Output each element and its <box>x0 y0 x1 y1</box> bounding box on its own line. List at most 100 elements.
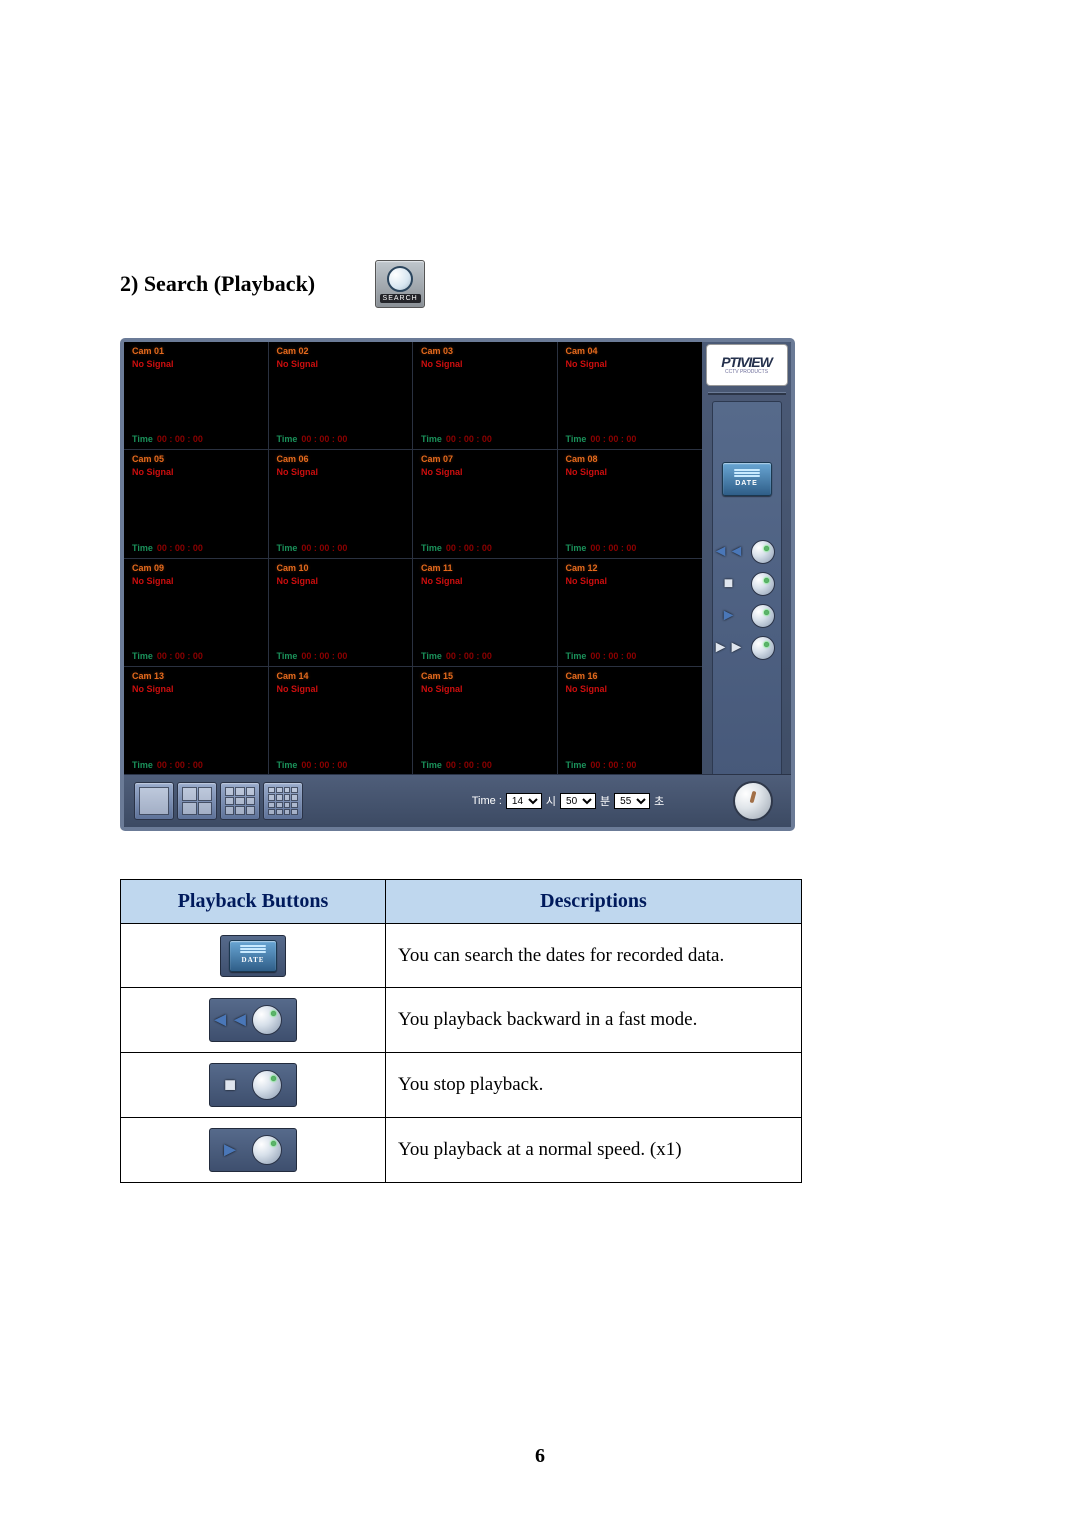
camera-name: Cam 05 <box>132 454 164 464</box>
camera-status: No Signal <box>132 684 174 694</box>
date-button-label: DATE <box>735 480 758 487</box>
jog-knob <box>252 1135 282 1165</box>
camera-cell[interactable]: Cam 01No SignalTime00 : 00 : 00 <box>124 342 269 450</box>
second-suffix: 초 <box>654 793 664 809</box>
stop-icon: ■ <box>719 574 739 594</box>
camera-name: Cam 08 <box>566 454 598 464</box>
date-button-visual: DATE <box>220 935 286 977</box>
desc-cell: You stop playback. <box>386 1053 802 1118</box>
second-select[interactable]: 55 <box>614 793 650 809</box>
shuttle-knob[interactable] <box>733 781 773 821</box>
camera-status: No Signal <box>277 684 319 694</box>
camera-name: Cam 13 <box>132 671 164 681</box>
camera-cell[interactable]: Cam 03No SignalTime00 : 00 : 00 <box>413 342 558 450</box>
camera-time: Time00 : 00 : 00 <box>277 651 348 661</box>
camera-time: Time00 : 00 : 00 <box>277 760 348 770</box>
jog-knob <box>252 1070 282 1100</box>
camera-time: Time00 : 00 : 00 <box>566 543 637 553</box>
search-tile-caption: SEARCH <box>380 294 421 303</box>
camera-cell[interactable]: Cam 02No SignalTime00 : 00 : 00 <box>269 342 414 450</box>
camera-name: Cam 12 <box>566 563 598 573</box>
table-row: ► You playback at a normal speed. (x1) <box>121 1118 802 1183</box>
rewind-icon: ◄◄ <box>719 542 739 562</box>
camera-cell[interactable]: Cam 10 No Signal Time00 : 00 : 00 <box>269 559 414 667</box>
side-divider <box>708 392 786 395</box>
camera-name: Cam 09 <box>132 563 164 573</box>
page-number: 6 <box>535 1445 545 1468</box>
camera-status: No Signal <box>132 359 174 369</box>
camera-cell[interactable]: Cam 07No SignalTime00 : 00 : 00 <box>413 450 558 558</box>
desc-cell: You playback backward in a fast mode. <box>386 988 802 1053</box>
playback-buttons-table: Playback Buttons Descriptions DATE You c… <box>120 879 802 1183</box>
bottom-bar: Time : 14 시 50 분 55 초 <box>124 774 791 827</box>
camera-cell[interactable]: Cam 08 No Signal Time00 : 00 : 00 <box>558 450 703 558</box>
jog-knob[interactable] <box>751 572 775 596</box>
fast-forward-row[interactable]: ►► <box>719 636 775 660</box>
table-row: ■ You stop playback. <box>121 1053 802 1118</box>
camera-time: Time00 : 00 : 00 <box>277 543 348 553</box>
hour-suffix: 시 <box>546 793 556 809</box>
jog-knob <box>252 1005 282 1035</box>
camera-cell[interactable]: Cam 09No SignalTime00 : 00 : 00 <box>124 559 269 667</box>
camera-time: Time00 : 00 : 00 <box>566 760 637 770</box>
camera-time: Time00 : 00 : 00 <box>421 434 492 444</box>
jog-knob[interactable] <box>751 604 775 628</box>
rewind-row[interactable]: ◄◄ <box>719 540 775 564</box>
play-icon: ► <box>220 1140 240 1160</box>
camera-status: No Signal <box>566 359 608 369</box>
camera-cell[interactable]: Cam 06No SignalTime00 : 00 : 00 <box>269 450 414 558</box>
camera-name: Cam 11 <box>421 563 453 573</box>
side-controls: DATE ◄◄ ■ ► ►► <box>712 401 782 777</box>
camera-name: Cam 01 <box>132 346 164 356</box>
layout-16-button[interactable] <box>263 782 303 820</box>
minute-select[interactable]: 50 <box>560 793 596 809</box>
play-icon: ► <box>719 606 739 626</box>
camera-name: Cam 06 <box>277 454 309 464</box>
camera-cell[interactable]: Cam 16No SignalTime00 : 00 : 00 <box>558 667 703 775</box>
dvr-playback-window: Cam 01No SignalTime00 : 00 : 00Cam 02No … <box>120 338 795 831</box>
play-row[interactable]: ► <box>719 604 775 628</box>
camera-cell[interactable]: Cam 04No SignalTime00 : 00 : 00 <box>558 342 703 450</box>
camera-cell[interactable]: Cam 12No SignalTime00 : 00 : 00 <box>558 559 703 667</box>
layout-4-button[interactable] <box>177 782 217 820</box>
camera-name: Cam 15 <box>421 671 453 681</box>
hour-select[interactable]: 14 <box>506 793 542 809</box>
camera-name: Cam 02 <box>277 346 309 356</box>
jog-knob[interactable] <box>751 636 775 660</box>
camera-grid-area: Cam 01No SignalTime00 : 00 : 00Cam 02No … <box>124 342 702 775</box>
jog-knob[interactable] <box>751 540 775 564</box>
date-button[interactable]: DATE <box>722 462 772 496</box>
desc-cell: You playback at a normal speed. (x1) <box>386 1118 802 1183</box>
time-label: Time : <box>472 795 502 807</box>
camera-status: No Signal <box>421 576 463 586</box>
stop-row[interactable]: ■ <box>719 572 775 596</box>
camera-status: No Signal <box>421 467 463 477</box>
brand-logo: PTIVIEW CCTV PRODUCTS <box>706 344 788 386</box>
camera-status: No Signal <box>277 576 319 586</box>
stop-icon: ■ <box>220 1075 240 1095</box>
layout-9-button[interactable] <box>220 782 260 820</box>
camera-name: Cam 14 <box>277 671 309 681</box>
brand-name: PTIVIEW <box>721 355 772 369</box>
table-head-buttons: Playback Buttons <box>121 880 386 924</box>
time-selector: Time : 14 시 50 분 55 초 <box>472 793 665 809</box>
camera-cell[interactable]: Cam 14 No Signal Time00 : 00 : 00 <box>269 667 414 775</box>
camera-cell[interactable]: Cam 15No SignalTime00 : 00 : 00 <box>413 667 558 775</box>
table-row: DATE You can search the dates for record… <box>121 924 802 988</box>
camera-status: No Signal <box>566 467 608 477</box>
magnifier-icon <box>387 266 413 292</box>
camera-cell[interactable]: Cam 11No SignalTime00 : 00 : 00 <box>413 559 558 667</box>
rewind-icon: ◄◄ <box>220 1010 240 1030</box>
camera-time: Time00 : 00 : 00 <box>566 651 637 661</box>
camera-status: No Signal <box>132 467 174 477</box>
camera-cell[interactable]: Cam 05 No Signal Time00 : 00 : 00 <box>124 450 269 558</box>
table-row: ◄◄ You playback backward in a fast mode. <box>121 988 802 1053</box>
camera-cell[interactable]: Cam 13No SignalTime00 : 00 : 00 <box>124 667 269 775</box>
camera-time: Time00 : 00 : 00 <box>132 543 203 553</box>
search-tile[interactable]: SEARCH <box>375 260 425 308</box>
camera-time: Time00 : 00 : 00 <box>421 760 492 770</box>
camera-name: Cam 10 <box>277 563 309 573</box>
layout-1-button[interactable] <box>134 782 174 820</box>
play-button-visual: ► <box>209 1128 297 1172</box>
camera-name: Cam 16 <box>566 671 598 681</box>
